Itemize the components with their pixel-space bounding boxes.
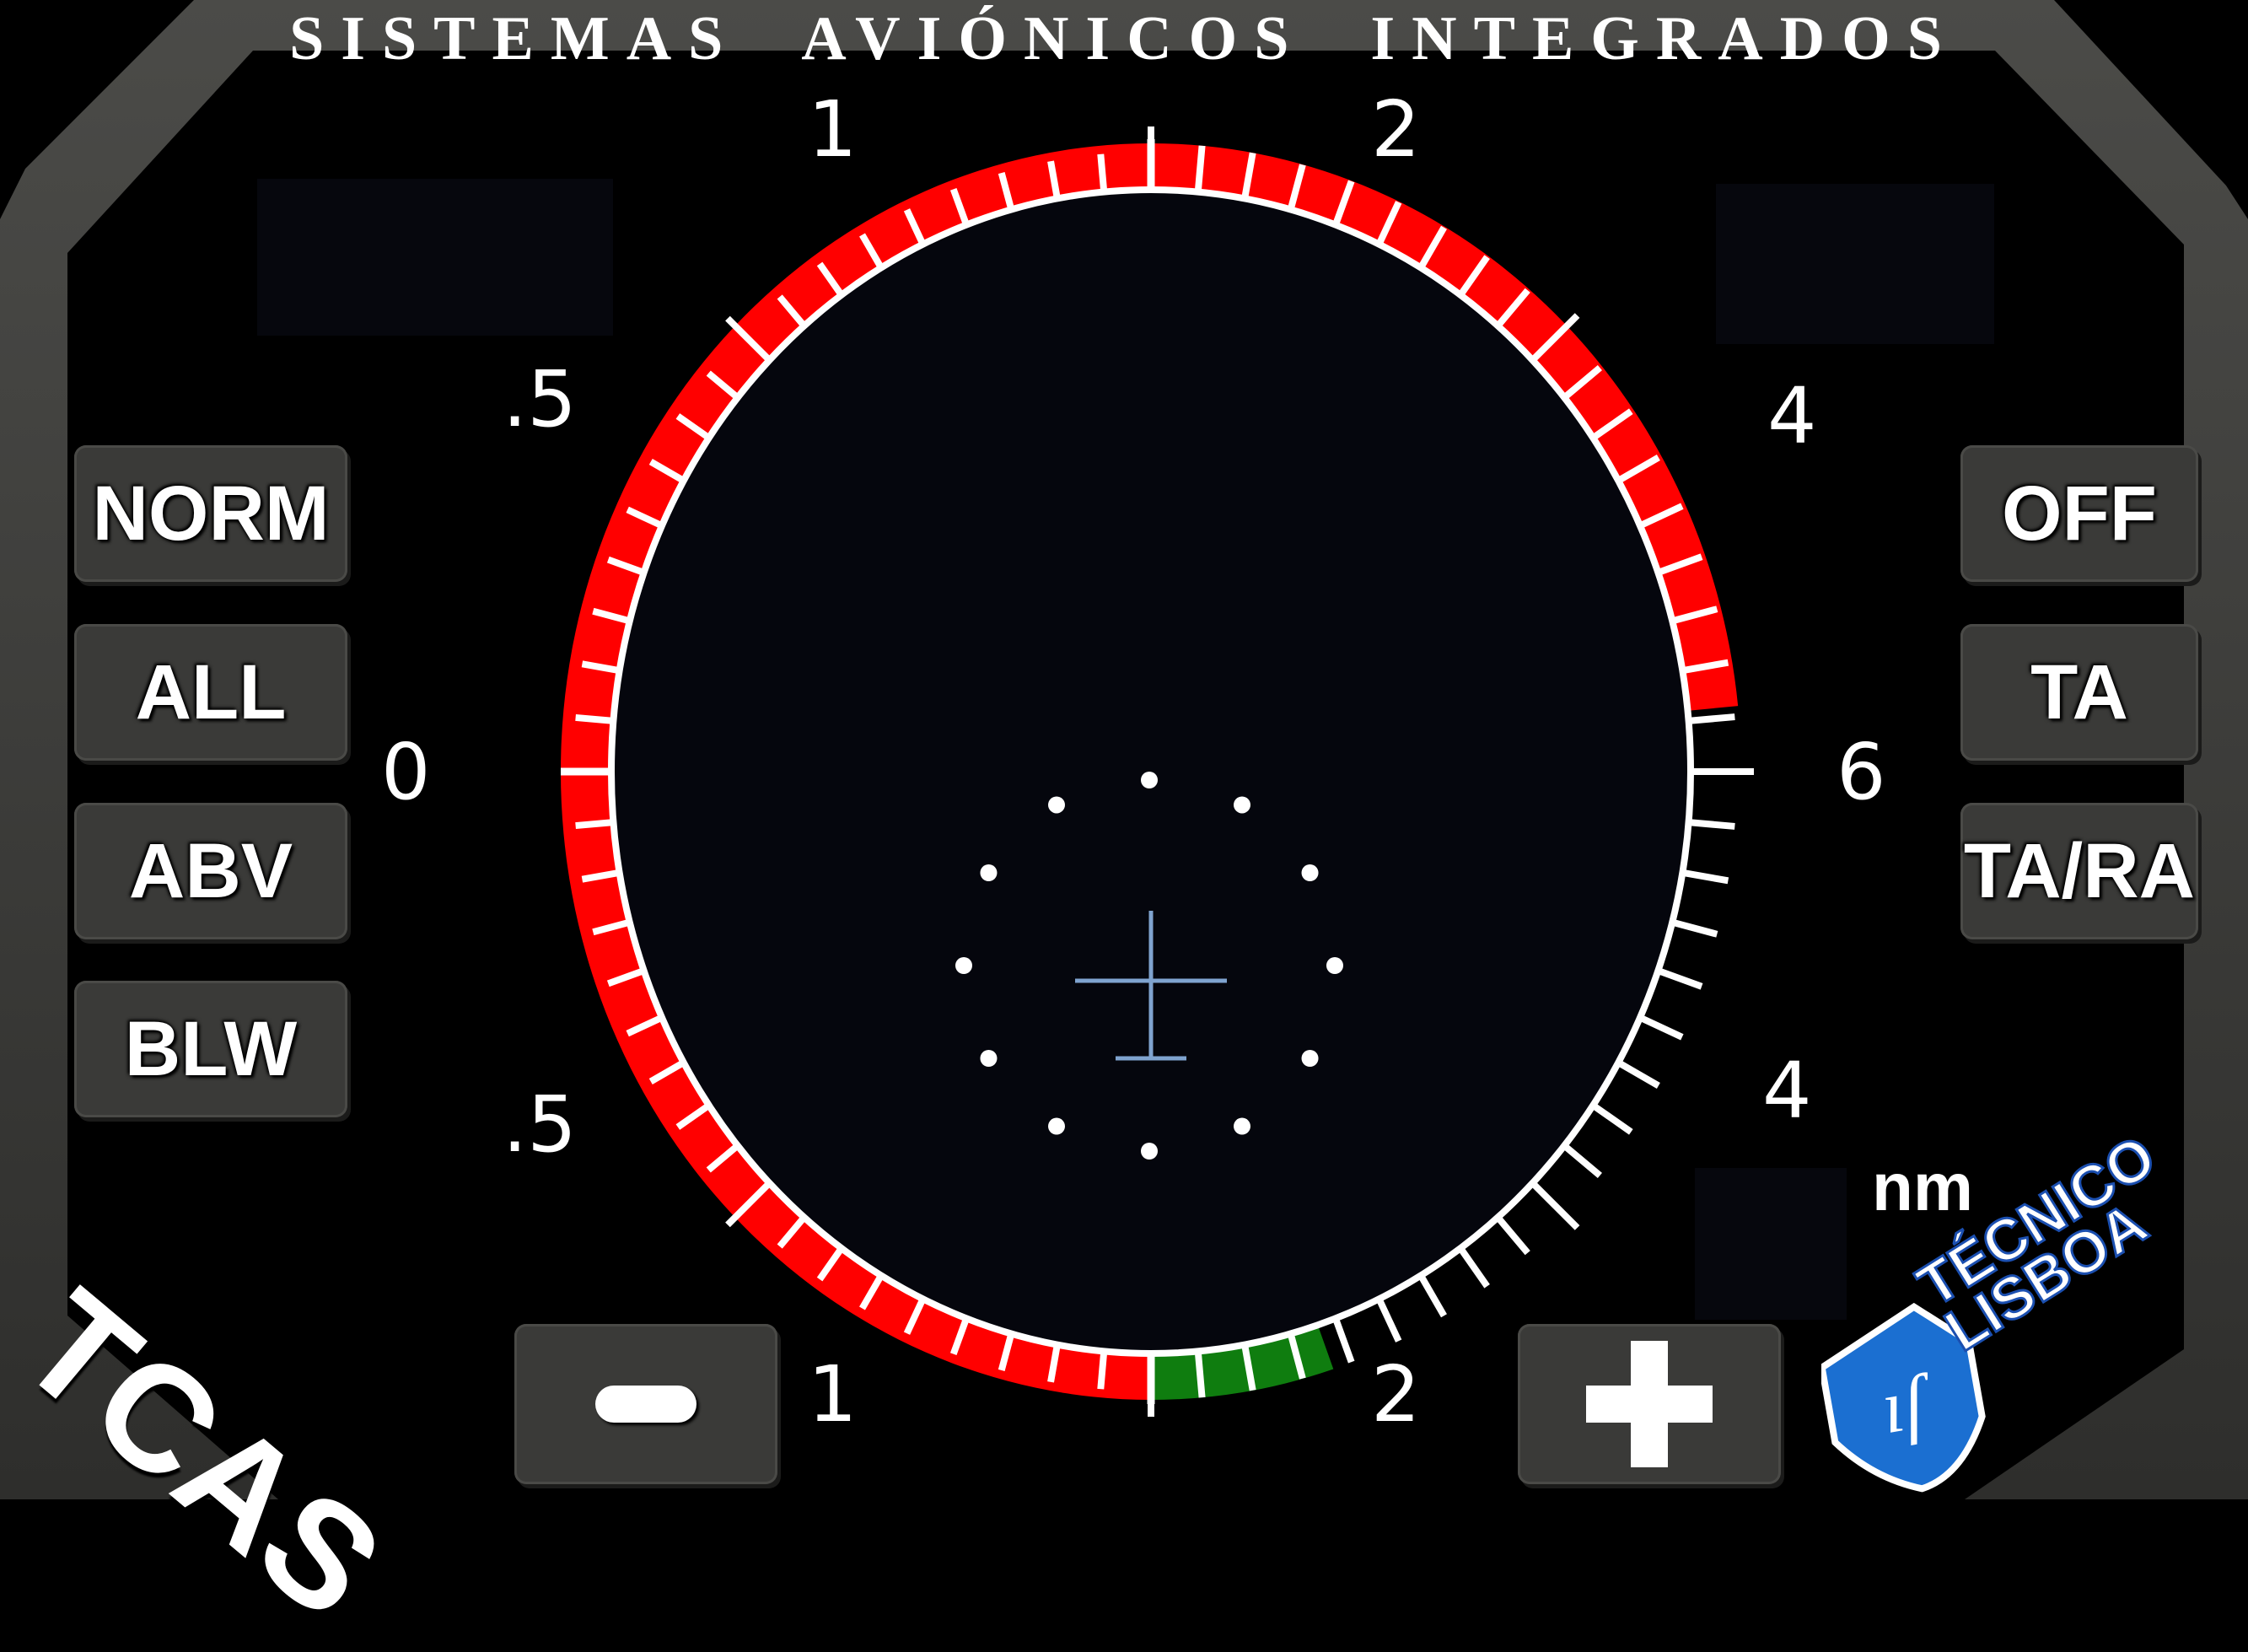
right-scale-top-4: 4 — [1767, 371, 1817, 461]
ta-ra-button[interactable]: TA/RA — [1960, 803, 2198, 939]
zoom-in-button[interactable] — [1518, 1324, 1781, 1484]
radar-screen — [608, 186, 1694, 1357]
right-scale-top-2: 2 — [1371, 84, 1421, 175]
ta-ra-button-label: TA/RA — [1963, 827, 2196, 914]
right-scale-bottom-2: 2 — [1371, 1349, 1421, 1439]
abv-button[interactable]: ABV — [74, 803, 347, 939]
bottom-info-blank — [1695, 1168, 1847, 1320]
range-ring-dot — [1301, 1050, 1319, 1067]
right-info-blank — [1716, 184, 1994, 344]
unit-label: nm — [1872, 1149, 1973, 1224]
scale-tick — [1194, 145, 1206, 192]
left-scale-top-1: 1 — [808, 84, 858, 175]
minus-icon — [595, 1386, 696, 1423]
scale-tick — [1194, 1351, 1206, 1398]
scale-tick — [1688, 713, 1735, 724]
range-ring-dot — [1048, 796, 1065, 814]
blw-button-label: BLW — [124, 1005, 298, 1092]
range-ring-dot — [1141, 1143, 1158, 1160]
range-ring-dot — [1234, 796, 1250, 814]
ta-button[interactable]: TA — [1960, 624, 2198, 761]
scale-tick — [1097, 1351, 1108, 1390]
all-button[interactable]: ALL — [74, 624, 347, 761]
scale-tick — [575, 819, 614, 830]
range-ring-dot — [980, 1050, 998, 1067]
ta-button-label: TA — [2030, 648, 2128, 735]
all-button-label: ALL — [135, 648, 287, 735]
norm-button[interactable]: NORM — [74, 445, 347, 582]
zoom-out-button[interactable] — [514, 1324, 777, 1484]
blw-button[interactable]: BLW — [74, 981, 347, 1117]
right-scale-six: 6 — [1837, 727, 1886, 817]
range-ring-dot — [1326, 957, 1343, 974]
left-scale-top-05: .5 — [503, 354, 577, 444]
norm-button-label: NORM — [92, 470, 330, 557]
abv-button-label: ABV — [128, 827, 293, 914]
range-ring-dot — [1301, 864, 1319, 881]
left-scale-bottom-05: .5 — [503, 1079, 577, 1170]
off-button[interactable]: OFF — [1960, 445, 2198, 582]
right-scale-bottom-4: 4 — [1762, 1046, 1812, 1136]
range-ring-dot — [1141, 772, 1158, 788]
left-info-blank — [257, 179, 613, 336]
off-button-label: OFF — [2002, 470, 2157, 557]
scale-tick — [575, 713, 614, 724]
range-ring-dot — [1048, 1117, 1065, 1135]
range-ring-dot — [1234, 1117, 1250, 1135]
range-ring-dot — [955, 957, 972, 974]
scale-tick — [1688, 819, 1735, 830]
scale-tick — [1097, 153, 1108, 192]
range-ring-dot — [980, 864, 998, 881]
system-title: SISTEMAS AVIÓNICOS INTEGRADOS — [289, 4, 1959, 73]
left-scale-bottom-1: 1 — [808, 1349, 858, 1439]
left-scale-zero: 0 — [381, 727, 431, 817]
plus-icon — [1586, 1341, 1713, 1467]
